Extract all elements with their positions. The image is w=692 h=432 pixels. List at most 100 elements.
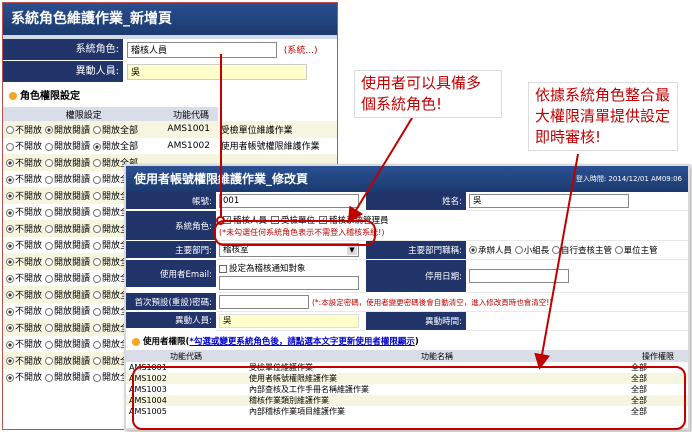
- radio-icon[interactable]: [6, 373, 14, 382]
- radio-icon[interactable]: [93, 373, 102, 382]
- radio-icon[interactable]: [6, 225, 14, 234]
- radio-icon[interactable]: [45, 192, 54, 201]
- radio-icon[interactable]: [6, 159, 14, 168]
- radio-label: 開放閱讀: [54, 175, 91, 186]
- name-input[interactable]: 吳: [469, 194, 629, 208]
- role-field-label: 系統角色:: [3, 39, 123, 60]
- radio-icon[interactable]: [6, 291, 14, 300]
- radio-icon[interactable]: [93, 126, 102, 135]
- radio-icon[interactable]: [45, 357, 54, 366]
- radio-icon[interactable]: [45, 373, 54, 382]
- disable-date-input[interactable]: [469, 269, 569, 283]
- radio-label: 不開放: [15, 257, 43, 268]
- email-label: 使用者Email:: [126, 260, 216, 288]
- radio-icon[interactable]: [93, 159, 102, 168]
- radio-icon[interactable]: [6, 307, 14, 316]
- section-title: 角色權限設定: [3, 87, 337, 107]
- radio-label: 不開放: [15, 125, 43, 136]
- callout-multiple-roles: 使用者可以具備多個系統角色!: [354, 70, 502, 118]
- radio-icon[interactable]: [6, 274, 14, 283]
- radio-icon[interactable]: [45, 324, 54, 333]
- radio-icon[interactable]: [6, 175, 14, 184]
- role-label: 系統角色:: [126, 211, 216, 241]
- radio-icon[interactable]: [45, 274, 54, 283]
- dept-title-label: 主要部門職稱:: [366, 241, 466, 260]
- radio-label: 開放閱讀: [54, 356, 91, 367]
- radio-icon[interactable]: [93, 291, 102, 300]
- permission-options: 不開放 開放閱讀 開放全部: [3, 137, 165, 154]
- radio-icon[interactable]: [93, 357, 102, 366]
- table-header: 功能代碼: [126, 350, 246, 362]
- radio-label: 開放閱讀: [54, 191, 91, 202]
- radio-label: 不開放: [15, 158, 43, 169]
- radio-icon[interactable]: [93, 324, 102, 333]
- radio-icon[interactable]: [514, 246, 523, 254]
- radio-label: 開放閱讀: [54, 290, 91, 301]
- radio-icon[interactable]: [93, 340, 102, 349]
- radio-icon[interactable]: [93, 225, 102, 234]
- radio-icon[interactable]: [45, 142, 54, 151]
- modifier-field-row: 異動人員: 吳: [3, 61, 337, 83]
- radio-icon[interactable]: [45, 126, 54, 135]
- radio-icon[interactable]: [45, 291, 54, 300]
- refresh-permissions-link[interactable]: *勾選或變更系統角色後，請點選本文字更新使用者權限顯示: [189, 337, 414, 347]
- table-header: 功能名稱: [246, 350, 628, 362]
- role-input[interactable]: 稽核人員: [127, 42, 277, 58]
- radio-label: 不開放: [15, 208, 43, 219]
- chevron-down-icon[interactable]: ▼: [347, 245, 357, 255]
- radio-icon[interactable]: [45, 225, 54, 234]
- form-grid: 帳號: 001 姓名: 吳 系統角色: ✓ 稽核人員 受檢單位 ✓ 稽核系統管理員 …: [126, 192, 688, 331]
- radio-icon[interactable]: [45, 175, 54, 184]
- radio-icon[interactable]: [469, 246, 477, 254]
- radio-icon[interactable]: [93, 258, 102, 267]
- password-hint: (*:本設定密碼，使用者變更密碼後會自動清空，進入修改頁時也會清空!): [312, 297, 553, 307]
- radio-label: 開放閱讀: [54, 257, 91, 268]
- name-label: 姓名:: [366, 192, 466, 211]
- radio-icon[interactable]: [93, 241, 102, 250]
- radio-icon[interactable]: [6, 324, 14, 333]
- email-input[interactable]: [219, 276, 359, 290]
- radio-icon[interactable]: [93, 208, 102, 217]
- radio-icon[interactable]: [6, 258, 14, 267]
- radio-icon[interactable]: [6, 241, 14, 250]
- table-row: 不開放 開放閱讀 開放全部 AMS1001 受檢單位維護作業: [3, 121, 337, 138]
- radio-icon[interactable]: [93, 274, 102, 283]
- radio-icon[interactable]: [6, 142, 14, 151]
- radio-icon[interactable]: [614, 246, 623, 254]
- radio-icon[interactable]: [45, 307, 54, 316]
- bullet-icon: [132, 337, 140, 346]
- radio-icon[interactable]: [551, 246, 560, 254]
- annotation-line: [220, 54, 222, 220]
- radio-icon[interactable]: [93, 175, 102, 184]
- radio-icon[interactable]: [45, 340, 54, 349]
- account-input[interactable]: 001: [219, 194, 359, 208]
- radio-icon[interactable]: [45, 258, 54, 267]
- radio-label: 開放全部: [102, 142, 139, 153]
- modifier-field-label: 異動人員:: [3, 61, 123, 82]
- table-row: 不開放 開放閱讀 開放全部 AMS1002 使用者帳號權限維護作業: [3, 137, 337, 154]
- radio-label: 不開放: [15, 274, 43, 285]
- radio-icon[interactable]: [93, 307, 102, 316]
- radio-label: 開放閱讀: [54, 142, 91, 153]
- radio-label: 開放閱讀: [54, 323, 91, 334]
- radio-icon[interactable]: [93, 192, 102, 201]
- modify-time-label: 異動時間:: [366, 312, 466, 331]
- radio-label: 開放閱讀: [54, 373, 91, 384]
- radio-icon[interactable]: [45, 159, 54, 168]
- password-input[interactable]: [219, 295, 309, 309]
- radio-icon[interactable]: [45, 241, 54, 250]
- function-name: 受檢單位維護作業: [217, 121, 337, 138]
- email-notify-option[interactable]: 設定為稽核通知對象: [219, 262, 306, 274]
- radio-label: 不開放: [15, 323, 43, 334]
- radio-icon[interactable]: [45, 208, 54, 217]
- radio-icon[interactable]: [6, 208, 14, 217]
- radio-icon[interactable]: [6, 340, 14, 349]
- radio-label: 開放閱讀: [54, 224, 91, 235]
- radio-icon[interactable]: [6, 126, 14, 135]
- radio-icon[interactable]: [6, 357, 14, 366]
- checkbox-icon[interactable]: [219, 264, 227, 273]
- permission-options: 不開放 開放閱讀 開放全部: [3, 121, 165, 138]
- radio-label: 不開放: [15, 142, 43, 153]
- radio-icon[interactable]: [6, 192, 14, 201]
- radio-icon[interactable]: [93, 142, 102, 151]
